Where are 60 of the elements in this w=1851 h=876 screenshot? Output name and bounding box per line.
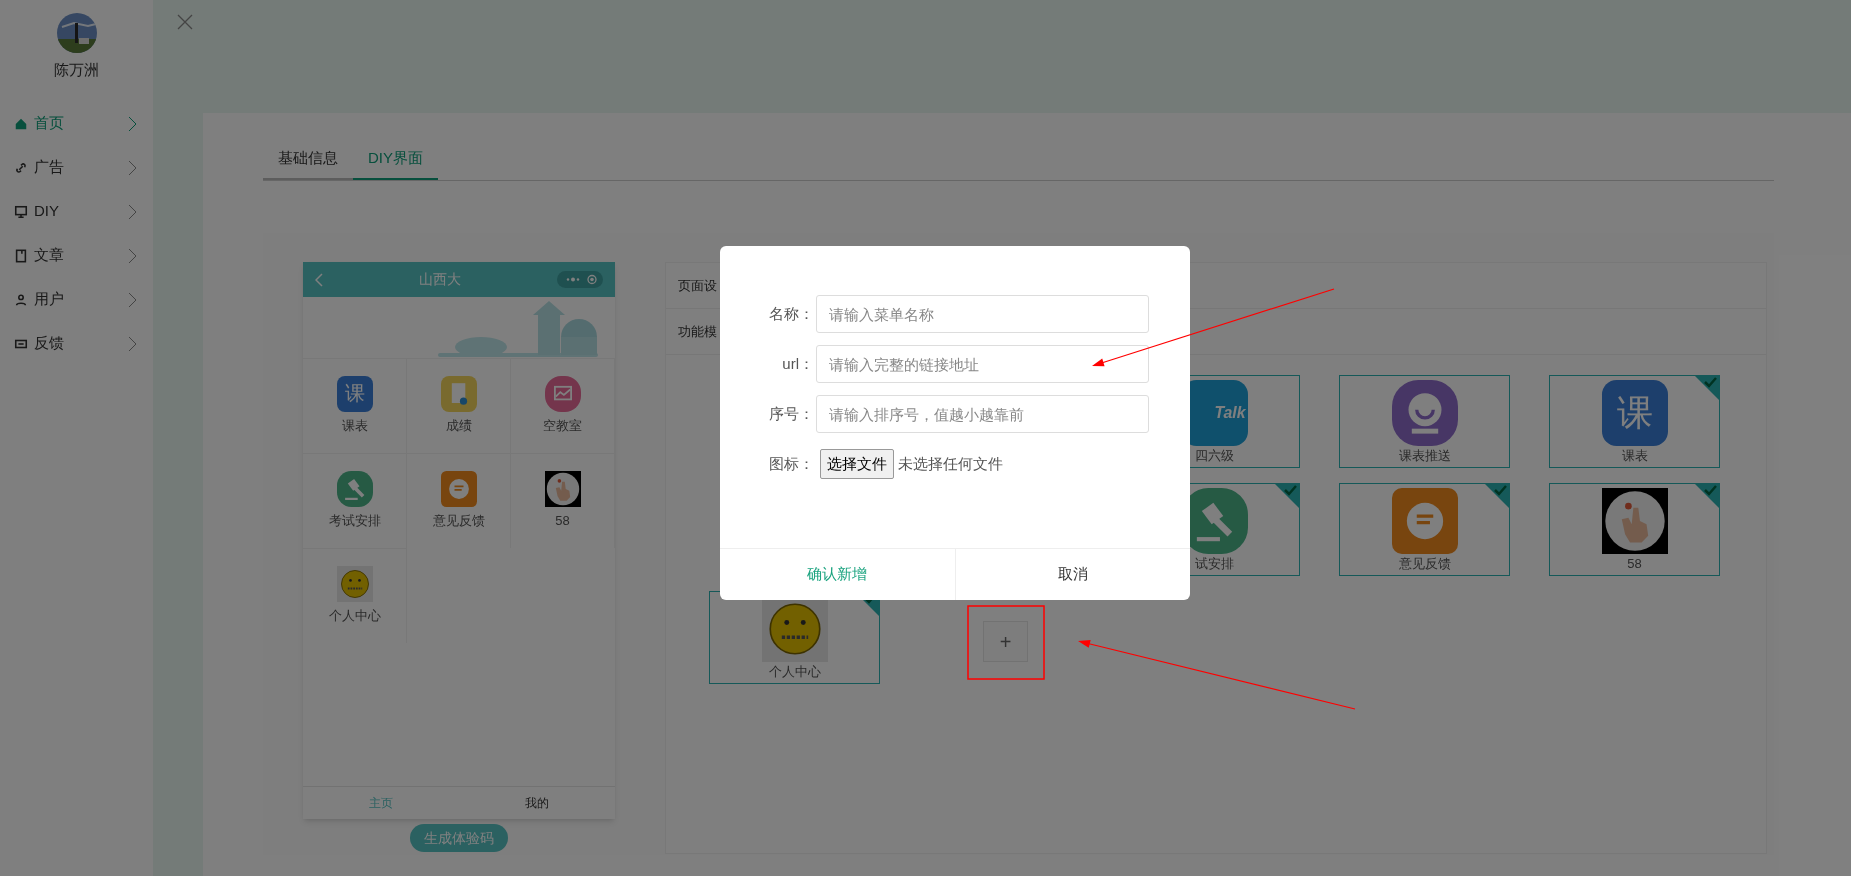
- field-label: 序号：: [768, 403, 815, 424]
- sidebar-item[interactable]: 文章: [0, 233, 153, 278]
- hand-heart-icon: [544, 471, 581, 508]
- menu-tile[interactable]: 意见反馈: [407, 453, 511, 548]
- capsule-icon[interactable]: [557, 271, 603, 288]
- function-tile[interactable]: 意见反馈: [1339, 483, 1510, 576]
- menu-tile[interactable]: 个人中心: [303, 548, 407, 643]
- emoji-icon: [336, 566, 373, 603]
- chevron-right-icon: [128, 335, 137, 352]
- function-tile[interactable]: 课表推送: [1339, 375, 1510, 468]
- sidebar-item[interactable]: 用户: [0, 277, 153, 322]
- chat-icon: [1391, 488, 1458, 554]
- section-title: 页面设: [678, 276, 717, 295]
- chevron-right-icon: [128, 291, 137, 308]
- menu-tile[interactable]: 58: [511, 453, 615, 548]
- phone-tab[interactable]: 我的: [459, 787, 615, 819]
- home-icon: [14, 116, 28, 131]
- menu-tile[interactable]: 成绩: [407, 358, 511, 453]
- user-name: 陈万洲: [54, 60, 99, 80]
- back-icon[interactable]: [315, 272, 323, 287]
- field-label: 图标：: [768, 453, 815, 474]
- close-icon[interactable]: [177, 14, 193, 30]
- user-icon: [14, 292, 28, 307]
- course-icon: 课: [336, 376, 373, 413]
- tab[interactable]: 基础信息: [263, 143, 353, 180]
- add-button[interactable]: +: [983, 621, 1028, 662]
- menu-tile[interactable]: 空教室: [511, 358, 615, 453]
- tab[interactable]: DIY界面: [353, 143, 438, 180]
- input-field[interactable]: 请输入菜单名称: [816, 295, 1149, 333]
- input-field[interactable]: 请输入完整的链接地址: [816, 345, 1149, 383]
- confirm-button[interactable]: 确认新增: [720, 549, 956, 600]
- chevron-right-icon: [128, 115, 137, 132]
- section-title: 功能模: [678, 322, 717, 341]
- file-status: 未选择任何文件: [898, 453, 1003, 474]
- link-icon: [14, 160, 28, 175]
- monitor-icon: [14, 204, 28, 219]
- chart-icon: [544, 376, 581, 413]
- course-icon: 课: [1601, 380, 1668, 446]
- sidebar-item[interactable]: 反馈: [0, 321, 153, 366]
- function-tile[interactable]: 课 课表: [1549, 375, 1720, 468]
- choose-file-button[interactable]: 选择文件: [820, 449, 894, 479]
- function-tile[interactable]: 58: [1549, 483, 1720, 576]
- book-icon: [14, 248, 28, 263]
- gavel-icon: [336, 471, 373, 508]
- chevron-right-icon: [128, 203, 137, 220]
- document-icon: [440, 376, 477, 413]
- chat-icon: [440, 471, 477, 508]
- sidebar-item[interactable]: DIY: [0, 189, 153, 234]
- field-label: 名称：: [768, 303, 815, 324]
- chevron-right-icon: [128, 247, 137, 264]
- sidebar-item[interactable]: 首页: [0, 101, 153, 146]
- chevron-right-icon: [128, 159, 137, 176]
- webcam-icon: [1391, 380, 1458, 446]
- field-label: url：: [781, 353, 815, 374]
- menu-tile[interactable]: 考试安排: [303, 453, 407, 548]
- hand-heart-icon: [1601, 488, 1668, 554]
- sidebar-item[interactable]: 广告: [0, 145, 153, 190]
- menu-tile[interactable]: 课 课表: [303, 358, 407, 453]
- phone-title: 山西大: [418, 270, 462, 289]
- input-field[interactable]: 请输入排序号，值越小越靠前: [816, 395, 1149, 433]
